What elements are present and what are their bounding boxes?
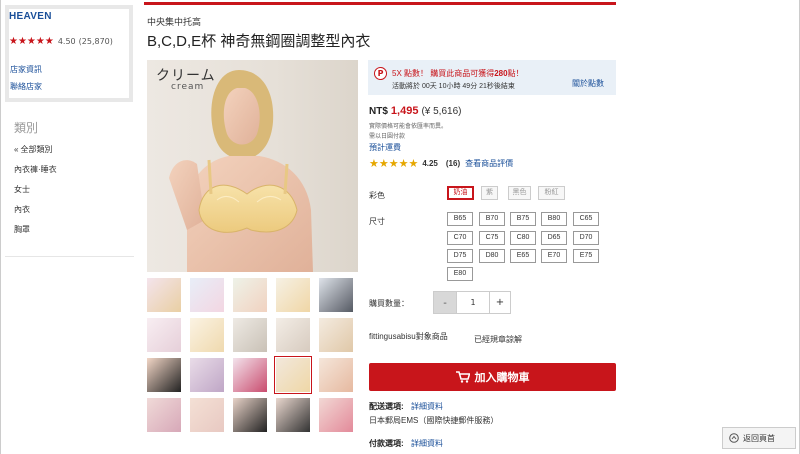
category-item-underwear[interactable]: 內衣褲·睡衣 bbox=[14, 164, 57, 175]
price-row: NT$ 1,495 (¥ 5,616) bbox=[369, 105, 461, 117]
shop-rating: ★★★★★ 4.50 (25,870) bbox=[9, 36, 113, 47]
thumbnail-13[interactable] bbox=[233, 358, 267, 392]
size-option-b80[interactable]: B80 bbox=[541, 212, 567, 226]
thumbnail-6[interactable] bbox=[147, 318, 181, 352]
color-option-black[interactable]: 黑色 bbox=[508, 186, 531, 200]
fitting-agreement[interactable]: 已經規章諒解 bbox=[474, 334, 522, 345]
thumbnail-16[interactable] bbox=[147, 398, 181, 432]
thumbnail-4[interactable] bbox=[276, 278, 310, 312]
points-promo-box: P 5X 點數！ 購買此商品可獲得280點！ 活動將於 00天 10小時 49分… bbox=[368, 60, 616, 95]
product-title: B,C,D,E杯 神奇無鋼圈調整型內衣 bbox=[147, 33, 371, 50]
points-icon: P bbox=[374, 67, 387, 80]
product-main-image[interactable]: クリーム cream bbox=[147, 60, 358, 272]
category-item-all[interactable]: 全部類別 bbox=[14, 144, 52, 155]
size-option-e80[interactable]: E80 bbox=[447, 267, 473, 281]
size-label: 尺寸 bbox=[369, 217, 385, 226]
review-stars-icon: ★★★★★ bbox=[369, 158, 419, 170]
thumbnail-19[interactable] bbox=[276, 398, 310, 432]
delivery-label: 配送選項: bbox=[369, 402, 404, 411]
quantity-stepper: - 1 + bbox=[433, 291, 511, 314]
thumbnail-5[interactable] bbox=[319, 278, 353, 312]
back-to-top-button[interactable]: 返回頁首 bbox=[722, 427, 796, 449]
color-option-cream[interactable]: 奶油 bbox=[447, 186, 474, 200]
fitting-label: fittingusabisu對象商品 bbox=[369, 332, 448, 341]
shop-info-link[interactable]: 店家資訊 bbox=[10, 64, 42, 75]
price-note-jpy: 需以日圓付款 bbox=[369, 134, 406, 140]
quantity-increase-button[interactable]: + bbox=[489, 291, 511, 314]
size-option-b70[interactable]: B70 bbox=[479, 212, 505, 226]
delivery-method: 日本郵局EMS（國際快捷郵件服務） bbox=[369, 416, 499, 425]
review-count: (16) bbox=[445, 159, 461, 168]
price-note-rate: 實際價格可能會依匯率而異。 bbox=[369, 124, 448, 130]
thumbnail-7[interactable] bbox=[190, 318, 224, 352]
shop-rating-value: 4.50 bbox=[57, 37, 76, 46]
size-option-d75[interactable]: D75 bbox=[447, 249, 473, 263]
color-label: 彩色 bbox=[369, 191, 385, 200]
sidebar-divider bbox=[5, 256, 134, 257]
thumbnail-1[interactable] bbox=[147, 278, 181, 312]
add-to-cart-label: 加入購物車 bbox=[474, 372, 530, 384]
shop-name-link[interactable]: HEAVEN bbox=[9, 11, 52, 22]
size-option-c65[interactable]: C65 bbox=[573, 212, 599, 226]
size-option-d70[interactable]: D70 bbox=[573, 231, 599, 245]
size-option-c70[interactable]: C70 bbox=[447, 231, 473, 245]
shop-rating-count: (25,870) bbox=[78, 37, 113, 46]
size-option-d80[interactable]: D80 bbox=[479, 249, 505, 263]
thumbnail-10[interactable] bbox=[319, 318, 353, 352]
back-to-top-label: 返回頁首 bbox=[743, 433, 775, 443]
cart-icon bbox=[455, 371, 470, 383]
thumbnail-12[interactable] bbox=[190, 358, 224, 392]
top-accent-line bbox=[144, 2, 616, 5]
category-item-lingerie[interactable]: 內衣 bbox=[14, 204, 30, 215]
size-option-c80[interactable]: C80 bbox=[510, 231, 536, 245]
quantity-input[interactable]: 1 bbox=[457, 291, 489, 314]
thumbnail-20[interactable] bbox=[319, 398, 353, 432]
size-option-d65[interactable]: D65 bbox=[541, 231, 567, 245]
thumbnail-2[interactable] bbox=[190, 278, 224, 312]
thumbnail-11[interactable] bbox=[147, 358, 181, 392]
thumbnail-3[interactable] bbox=[233, 278, 267, 312]
contact-shop-link[interactable]: 聯絡店家 bbox=[10, 81, 42, 92]
payment-details-link[interactable]: 詳細資料 bbox=[411, 438, 443, 449]
thumbnail-17[interactable] bbox=[190, 398, 224, 432]
add-to-cart-button[interactable]: 加入購物車 bbox=[369, 363, 616, 391]
star-rating-icon: ★★★★★ bbox=[9, 36, 54, 47]
thumbnail-18[interactable] bbox=[233, 398, 267, 432]
category-item-women[interactable]: 女士 bbox=[14, 184, 30, 195]
size-option-e75[interactable]: E75 bbox=[573, 249, 599, 263]
quantity-label: 購買數量： bbox=[369, 299, 409, 308]
review-score: 4.25 bbox=[422, 159, 438, 168]
size-option-b75[interactable]: B75 bbox=[510, 212, 536, 226]
thumbnail-9[interactable] bbox=[276, 318, 310, 352]
view-reviews-link[interactable]: 查看商品評價 bbox=[465, 158, 513, 169]
review-row: ★★★★★ 4.25 (16) 查看商品評價 bbox=[369, 157, 513, 170]
delivery-details-link[interactable]: 詳細資料 bbox=[411, 401, 443, 412]
size-option-c75[interactable]: C75 bbox=[479, 231, 505, 245]
points-headline: 5X 點數！ 購買此商品可獲得280點！ bbox=[392, 69, 524, 78]
price-jpy: (¥ 5,616) bbox=[421, 106, 462, 117]
size-option-e65[interactable]: E65 bbox=[510, 249, 536, 263]
price-value: 1,495 bbox=[390, 105, 419, 117]
category-item-bra[interactable]: 胸罩 bbox=[14, 224, 30, 235]
thumbnail-14-selected[interactable] bbox=[274, 356, 312, 394]
thumbnail-15[interactable] bbox=[319, 358, 353, 392]
size-option-e70[interactable]: E70 bbox=[541, 249, 567, 263]
price-currency: NT$ bbox=[369, 106, 388, 117]
arrow-up-circle-icon bbox=[729, 433, 739, 443]
quantity-decrease-button[interactable]: - bbox=[433, 291, 457, 314]
shipping-fee-link[interactable]: 預計運費 bbox=[369, 142, 401, 153]
about-points-link[interactable]: 關於點數 bbox=[572, 78, 604, 89]
category-heading: 類別 bbox=[14, 121, 39, 135]
color-option-purple[interactable]: 紫 bbox=[481, 186, 498, 200]
payment-label: 付款選項: bbox=[369, 439, 404, 448]
image-caption-en: cream bbox=[171, 82, 205, 92]
thumbnail-8[interactable] bbox=[233, 318, 267, 352]
product-subtitle: 中央集中托高 bbox=[147, 17, 202, 27]
points-countdown: 活動將於 00天 10小時 49分 21秒後結束 bbox=[392, 83, 515, 90]
color-option-pink[interactable]: 粉紅 bbox=[538, 186, 565, 200]
page-border-left bbox=[0, 0, 1, 454]
size-option-b65[interactable]: B65 bbox=[447, 212, 473, 226]
